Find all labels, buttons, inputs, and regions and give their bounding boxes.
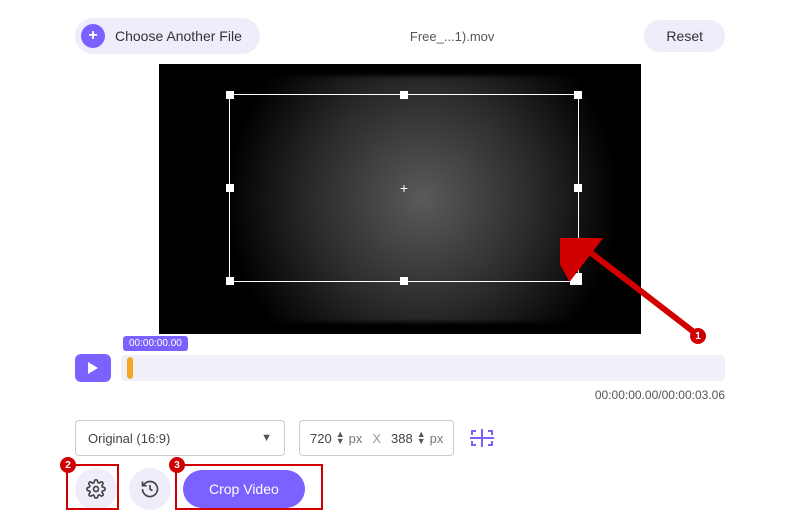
play-button[interactable] — [75, 354, 111, 382]
choose-file-label: Choose Another File — [115, 28, 242, 44]
settings-button[interactable] — [75, 468, 117, 510]
gear-icon — [86, 479, 106, 499]
top-bar: + Choose Another File Free_...1).mov Res… — [0, 0, 800, 54]
center-crop-icon — [468, 427, 496, 449]
bottom-controls-row: Crop Video — [75, 468, 800, 510]
crop-center-marker: + — [400, 180, 408, 196]
crop-video-label: Crop Video — [209, 481, 279, 497]
video-preview[interactable]: + — [159, 64, 641, 334]
dimension-separator: X — [372, 431, 381, 446]
timeline-cursor[interactable] — [127, 357, 133, 379]
width-value[interactable]: 720 — [310, 431, 332, 446]
current-filename: Free_...1).mov — [280, 29, 625, 44]
crop-handle-bottom-mid[interactable] — [400, 277, 408, 285]
time-readout: 00:00:00.00/00:00:03.06 — [0, 388, 725, 402]
chevron-down-icon: ▼ — [261, 432, 272, 444]
height-stepper[interactable]: ▲▼ — [417, 431, 426, 445]
reset-button[interactable]: Reset — [644, 20, 725, 52]
width-stepper[interactable]: ▲▼ — [336, 431, 345, 445]
aspect-ratio-label: Original (16:9) — [88, 431, 170, 446]
history-button[interactable] — [129, 468, 171, 510]
crop-rectangle[interactable]: + — [229, 94, 579, 282]
crop-controls-row: Original (16:9) ▼ 720 ▲▼ px X 388 ▲▼ px — [75, 420, 800, 456]
crop-handle-top-left[interactable] — [226, 91, 234, 99]
history-icon — [140, 479, 160, 499]
crop-handle-bottom-left[interactable] — [226, 277, 234, 285]
crop-video-button[interactable]: Crop Video — [183, 470, 305, 508]
crop-handle-top-mid[interactable] — [400, 91, 408, 99]
center-crop-button[interactable] — [468, 427, 496, 449]
annotation-badge-1: 1 — [690, 328, 706, 344]
height-value[interactable]: 388 — [391, 431, 413, 446]
annotation-badge-2: 2 — [60, 457, 76, 473]
px-label-w: px — [349, 431, 363, 446]
play-icon — [88, 362, 98, 374]
aspect-ratio-select[interactable]: Original (16:9) ▼ — [75, 420, 285, 456]
plus-icon: + — [81, 24, 105, 48]
timeline-track[interactable] — [121, 355, 725, 381]
dimensions-input[interactable]: 720 ▲▼ px X 388 ▲▼ px — [299, 420, 454, 456]
crop-handle-mid-left[interactable] — [226, 184, 234, 192]
px-label-h: px — [430, 431, 444, 446]
crop-handle-bottom-right[interactable] — [570, 273, 582, 285]
choose-file-button[interactable]: + Choose Another File — [75, 18, 260, 54]
timeline-section: 00:00:00.00 — [75, 354, 725, 382]
crop-handle-top-right[interactable] — [574, 91, 582, 99]
crop-handle-mid-right[interactable] — [574, 184, 582, 192]
timeline-time-badge: 00:00:00.00 — [123, 336, 188, 351]
